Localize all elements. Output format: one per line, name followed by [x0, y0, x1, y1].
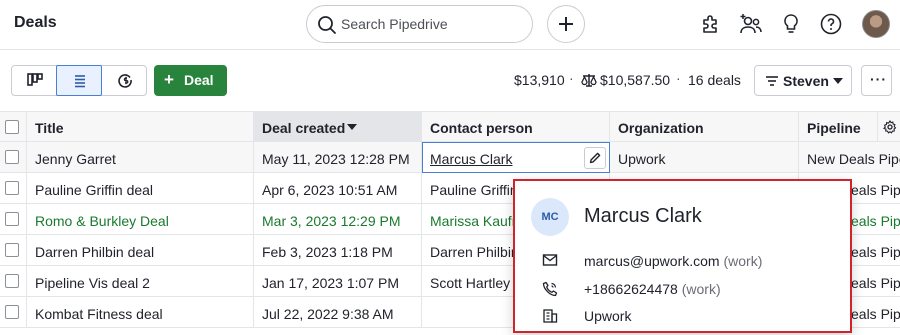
contact-email-row[interactable]: marcus@upwork.com (work): [515, 251, 845, 271]
phone-type-label: (work): [681, 281, 721, 297]
gear-icon: [883, 120, 897, 134]
deal-count: 16 deals: [688, 72, 741, 88]
column-header-title[interactable]: Title: [27, 112, 254, 142]
row-checkbox[interactable]: [5, 243, 19, 257]
contact-email[interactable]: marcus@upwork.com: [584, 253, 720, 269]
sort-desc-icon: [347, 124, 357, 130]
column-settings-button[interactable]: [878, 112, 900, 142]
column-header-organization[interactable]: Organization: [610, 112, 799, 142]
page-title: Deals: [14, 14, 57, 31]
deal-title-cell[interactable]: Jenny Garret: [27, 142, 254, 172]
row-select-cell: [0, 235, 27, 265]
view-switcher: [11, 65, 147, 96]
row-select-cell: [0, 173, 27, 203]
invite-users-icon[interactable]: [739, 12, 763, 36]
row-select-cell: [0, 266, 27, 296]
deal-created-cell: Mar 3, 2023 12:29 PM: [254, 204, 422, 234]
deal-title-cell[interactable]: Pauline Griffin deal: [27, 173, 254, 203]
deal-created-cell: Feb 3, 2023 1:18 PM: [254, 235, 422, 265]
filter-icon: [766, 76, 778, 86]
phone-icon: [542, 281, 558, 297]
search-input[interactable]: [341, 14, 521, 34]
select-all-cell: [0, 112, 27, 142]
deal-created-cell: Jul 22, 2022 9:38 AM: [254, 297, 422, 327]
deal-title-cell[interactable]: Romo & Burkley Deal: [27, 204, 254, 234]
row-select-cell: [0, 297, 27, 327]
contact-popover: MC Marcus Clark marcus@upwork.com (work)…: [513, 179, 852, 333]
user-avatar[interactable]: [862, 10, 890, 38]
table-row[interactable]: Jenny Garret May 11, 2023 12:28 PM Upwor…: [0, 142, 900, 173]
row-select-cell: [0, 142, 27, 172]
deal-created-cell: Apr 6, 2023 10:51 AM: [254, 173, 422, 203]
row-checkbox[interactable]: [5, 274, 19, 288]
row-select-cell: [0, 204, 27, 234]
list-view-button[interactable]: [56, 65, 102, 96]
column-header-contact-person[interactable]: Contact person: [422, 112, 610, 142]
forecast-view-icon: [118, 74, 132, 88]
contact-phone-row[interactable]: +18662624478 (work): [515, 279, 845, 299]
deal-created-cell: May 11, 2023 12:28 PM: [254, 142, 422, 172]
puzzle-icon[interactable]: [699, 12, 723, 36]
forecast-view-button[interactable]: [102, 65, 148, 96]
chevron-down-icon: [833, 78, 843, 84]
row-checkbox[interactable]: [5, 181, 19, 195]
filter-button[interactable]: Steven: [754, 65, 852, 96]
contact-phone[interactable]: +18662624478: [584, 281, 678, 297]
organization-cell[interactable]: Upwork: [610, 142, 799, 172]
separator-dot: ·: [569, 70, 574, 86]
weighted-value: $10,587.50: [600, 72, 671, 88]
deal-title-cell[interactable]: Pipeline Vis deal 2: [27, 266, 254, 296]
more-actions-button[interactable]: ···: [861, 65, 892, 96]
quick-add-button[interactable]: [547, 5, 585, 43]
contact-organization-row[interactable]: Upwork: [515, 306, 845, 326]
pipeline-cell[interactable]: New Deals Pipe: [799, 142, 900, 172]
column-header-deal-created[interactable]: Deal created: [254, 112, 422, 142]
contact-avatar: MC: [531, 198, 569, 236]
top-bar: Deals: [0, 0, 900, 50]
lightbulb-icon[interactable]: [779, 12, 803, 36]
contact-edit-cell[interactable]: Marcus Clark: [422, 142, 610, 173]
search-box[interactable]: [306, 5, 533, 43]
total-value: $13,910: [514, 72, 565, 88]
deal-title-cell[interactable]: Kombat Fitness deal: [27, 297, 254, 327]
email-type-label: (work): [723, 253, 763, 269]
help-icon[interactable]: [819, 12, 843, 36]
deal-created-cell: Jan 17, 2023 1:07 PM: [254, 266, 422, 296]
edit-contact-button[interactable]: [584, 147, 606, 169]
plus-icon: [559, 17, 573, 31]
table-header: Title Deal created Contact person Organi…: [0, 111, 900, 142]
pencil-icon: [589, 152, 601, 164]
select-all-checkbox[interactable]: [5, 120, 19, 134]
scale-icon: [581, 74, 597, 87]
pipeline-view-button[interactable]: [12, 65, 58, 96]
search-icon: [318, 16, 336, 34]
building-icon: [543, 309, 558, 323]
pipeline-view-icon: [27, 73, 43, 86]
contact-organization[interactable]: Upwork: [584, 308, 631, 324]
column-header-pipeline[interactable]: Pipeline: [799, 112, 878, 142]
deal-title-cell[interactable]: Darren Philbin deal: [27, 235, 254, 265]
mail-icon: [542, 254, 558, 266]
separator-dot: ·: [676, 70, 681, 86]
plus-icon: +: [164, 70, 174, 89]
contact-link[interactable]: Marcus Clark: [430, 151, 512, 167]
contact-name[interactable]: Marcus Clark: [584, 205, 702, 228]
row-checkbox[interactable]: [5, 305, 19, 319]
add-deal-button[interactable]: + Deal: [154, 65, 227, 96]
list-view-icon: [75, 75, 85, 88]
row-checkbox[interactable]: [5, 150, 19, 164]
row-checkbox[interactable]: [5, 212, 19, 226]
